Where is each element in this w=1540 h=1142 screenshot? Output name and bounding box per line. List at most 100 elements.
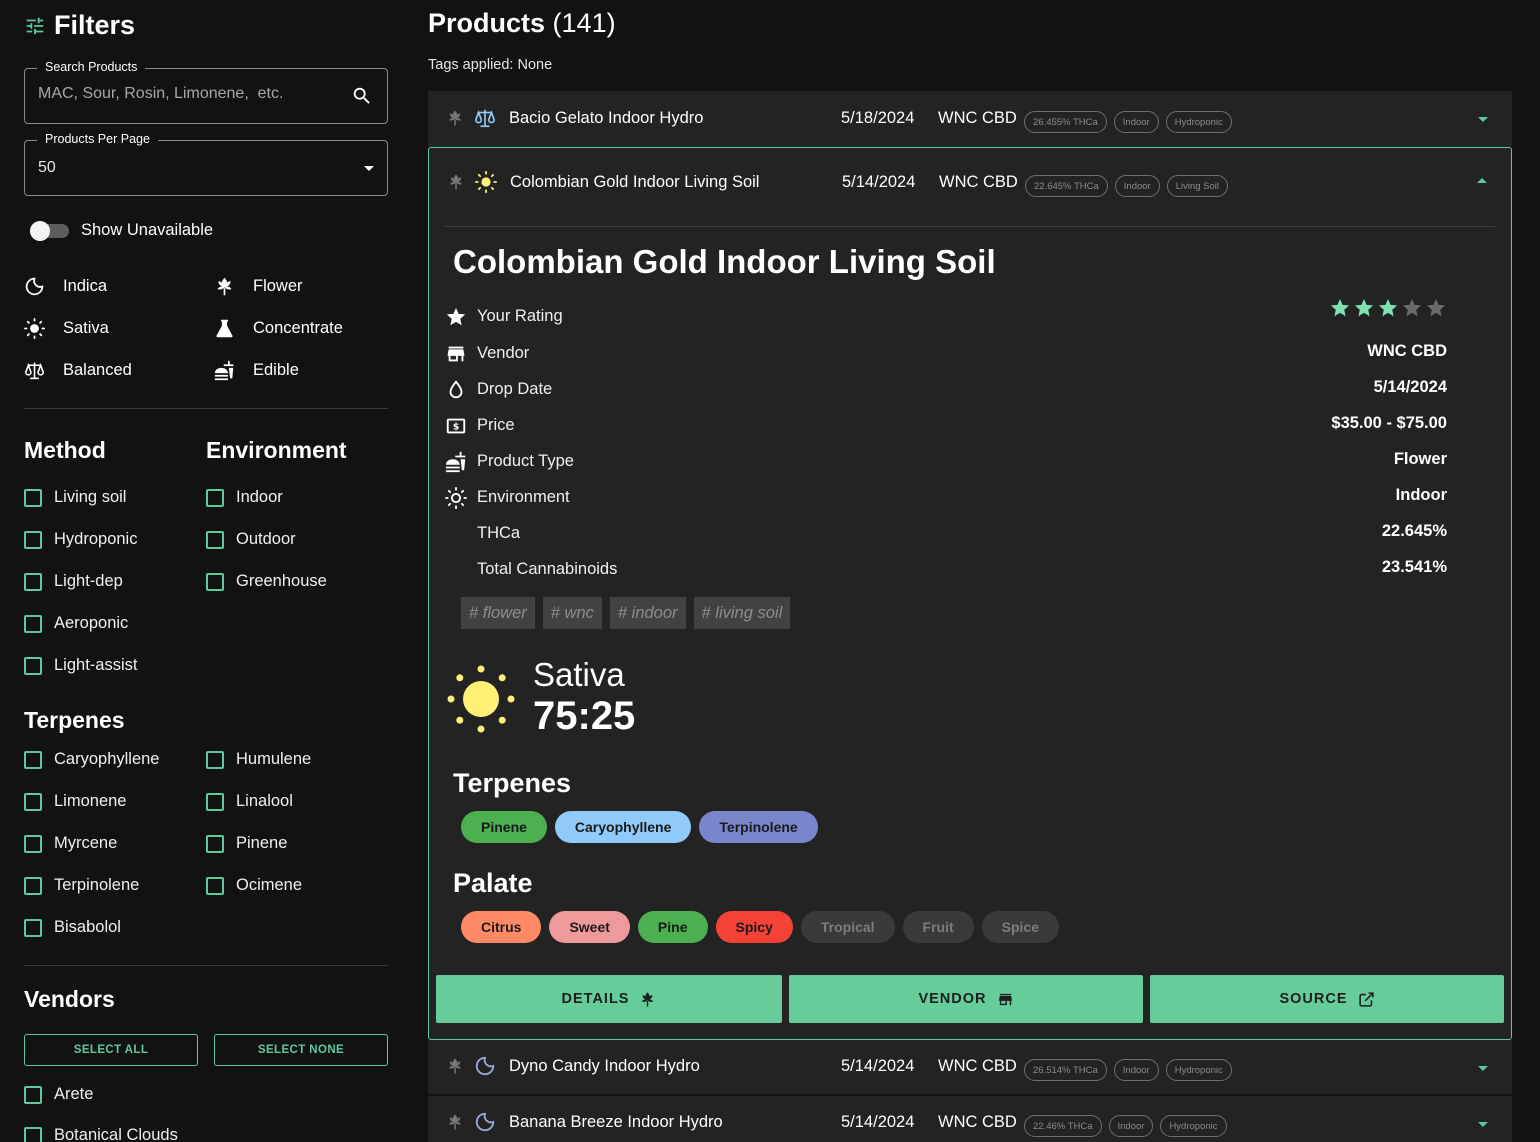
checkbox[interactable] bbox=[206, 530, 224, 549]
environment-checkbox[interactable]: Greenhouse bbox=[206, 572, 327, 591]
checkbox[interactable] bbox=[24, 488, 42, 507]
show-unavailable-label: Show Unavailable bbox=[81, 221, 214, 239]
terpene-checkbox[interactable]: Ocimene bbox=[206, 876, 302, 895]
expand-icon[interactable] bbox=[1478, 117, 1488, 122]
checkbox[interactable] bbox=[24, 656, 42, 675]
method-checkbox[interactable]: Light-dep bbox=[24, 572, 123, 591]
category-sativa[interactable]: Sativa bbox=[24, 318, 109, 339]
checkbox[interactable] bbox=[24, 918, 42, 937]
star-icon bbox=[446, 307, 466, 326]
category-concentrate[interactable]: Concentrate bbox=[214, 318, 343, 339]
environment-checkbox[interactable]: Outdoor bbox=[206, 530, 296, 549]
flask-icon bbox=[216, 319, 233, 338]
checkbox[interactable] bbox=[206, 834, 224, 853]
hashtag[interactable]: # living soil bbox=[693, 597, 791, 629]
total-cannabinoids-value: 23.541% bbox=[1381, 558, 1447, 576]
category-flower[interactable]: Flower bbox=[214, 276, 303, 297]
collapse-icon[interactable] bbox=[1477, 178, 1487, 183]
terpene-checkbox[interactable]: Terpinolene bbox=[24, 876, 139, 895]
hashtag[interactable]: # indoor bbox=[609, 597, 686, 629]
environment-heading: Environment bbox=[206, 437, 347, 463]
product-row[interactable]: Dyno Candy Indoor Hydro 5/14/2024 WNC CB… bbox=[428, 1040, 1512, 1094]
expand-icon[interactable] bbox=[1478, 1066, 1488, 1071]
method-checkbox[interactable]: Hydroponic bbox=[24, 530, 137, 549]
select-none-button[interactable]: SELECT NONE bbox=[214, 1034, 388, 1066]
hashtag[interactable]: # flower bbox=[461, 597, 535, 629]
palate-chip[interactable]: Citrus bbox=[461, 911, 542, 943]
terpene-checkbox[interactable]: Myrcene bbox=[24, 834, 117, 853]
palate-chip[interactable]: Fruit bbox=[902, 911, 974, 943]
star-icon[interactable] bbox=[1425, 297, 1447, 319]
expand-icon[interactable] bbox=[1478, 1122, 1488, 1127]
method-badge: Hydroponic bbox=[1165, 111, 1232, 133]
search-icon[interactable] bbox=[351, 85, 373, 107]
vendor-button[interactable]: VENDOR bbox=[789, 975, 1143, 1023]
terpene-chip[interactable]: Terpinolene bbox=[699, 811, 818, 843]
checkbox[interactable] bbox=[24, 1126, 42, 1142]
terpene-checkbox[interactable]: Limonene bbox=[24, 792, 126, 811]
page-title: Products (141) bbox=[428, 8, 616, 38]
svg-text:$: $ bbox=[453, 422, 459, 433]
hashtag[interactable]: # wnc bbox=[542, 597, 602, 629]
product-row-header[interactable]: Colombian Gold Indoor Living Soil 5/14/2… bbox=[429, 148, 1511, 218]
product-name: Colombian Gold Indoor Living Soil bbox=[510, 173, 760, 191]
search-input[interactable] bbox=[38, 85, 338, 103]
star-icon[interactable] bbox=[1401, 297, 1423, 319]
method-checkbox[interactable]: Living soil bbox=[24, 488, 126, 507]
vendor-row: Vendor WNC CBD bbox=[445, 340, 1447, 368]
rating-row: Your Rating bbox=[445, 298, 1447, 331]
checkbox[interactable] bbox=[24, 750, 42, 769]
vendor-checkbox[interactable]: Arete bbox=[24, 1085, 93, 1104]
method-checkbox[interactable]: Aeroponic bbox=[24, 614, 128, 633]
palate-chip[interactable]: Tropical bbox=[800, 911, 895, 943]
terpene-checkbox[interactable]: Linalool bbox=[206, 792, 293, 811]
product-row[interactable]: Banana Breeze Indoor Hydro 5/14/2024 WNC… bbox=[428, 1095, 1512, 1142]
source-button[interactable]: SOURCE bbox=[1150, 975, 1504, 1023]
star-icon[interactable] bbox=[1329, 297, 1351, 319]
terpene-checkbox[interactable]: Caryophyllene bbox=[24, 750, 159, 769]
palate-chip[interactable]: Spicy bbox=[715, 911, 793, 943]
checkbox[interactable] bbox=[206, 750, 224, 769]
palate-chip[interactable]: Pine bbox=[637, 911, 708, 943]
show-unavailable-toggle[interactable]: Show Unavailable bbox=[30, 220, 214, 241]
method-checkbox[interactable]: Light-assist bbox=[24, 656, 137, 675]
checkbox[interactable] bbox=[206, 488, 224, 507]
checkbox[interactable] bbox=[24, 614, 42, 633]
method-badge: Hydroponic bbox=[1160, 1115, 1227, 1137]
star-icon[interactable] bbox=[1353, 297, 1375, 319]
palate-chip[interactable]: Sweet bbox=[549, 911, 630, 943]
product-vendor: WNC CBD bbox=[938, 1113, 1017, 1131]
terpene-chip[interactable]: Caryophyllene bbox=[554, 811, 692, 843]
palate-chip[interactable]: Spice bbox=[981, 911, 1060, 943]
checkbox[interactable] bbox=[24, 834, 42, 853]
details-button[interactable]: DETAILS bbox=[436, 975, 782, 1023]
checkbox[interactable] bbox=[24, 1085, 42, 1104]
terpene-checkbox[interactable]: Humulene bbox=[206, 750, 311, 769]
checkbox[interactable] bbox=[24, 572, 42, 591]
checkbox[interactable] bbox=[24, 792, 42, 811]
balance-scale-icon bbox=[24, 362, 45, 380]
per-page-select[interactable]: Products Per Page 50 bbox=[24, 132, 388, 196]
search-field[interactable]: Search Products bbox=[24, 60, 388, 124]
checkbox[interactable] bbox=[206, 876, 224, 895]
category-indica[interactable]: Indica bbox=[24, 276, 107, 297]
terpene-checkbox[interactable]: Pinene bbox=[206, 834, 287, 853]
select-all-button[interactable]: SELECT ALL bbox=[24, 1034, 198, 1066]
checkbox[interactable] bbox=[24, 530, 42, 549]
strain-type: Sativa bbox=[533, 656, 625, 693]
category-balanced[interactable]: Balanced bbox=[24, 360, 132, 381]
terpene-chip[interactable]: Pinene bbox=[461, 811, 547, 843]
environment-checkbox[interactable]: Indoor bbox=[206, 488, 283, 507]
star-rating[interactable] bbox=[1329, 297, 1447, 319]
expanded-product-card: Colombian Gold Indoor Living Soil 5/14/2… bbox=[428, 147, 1512, 1040]
vendor-checkbox[interactable]: Botanical Clouds bbox=[24, 1126, 178, 1142]
star-icon[interactable] bbox=[1377, 297, 1399, 319]
product-date: 5/14/2024 bbox=[841, 1057, 915, 1075]
checkbox[interactable] bbox=[24, 876, 42, 895]
product-row[interactable]: Bacio Gelato Indoor Hydro 5/18/2024 WNC … bbox=[428, 91, 1512, 147]
checkbox[interactable] bbox=[206, 572, 224, 591]
toggle-switch[interactable] bbox=[30, 220, 69, 241]
checkbox[interactable] bbox=[206, 792, 224, 811]
terpene-checkbox[interactable]: Bisabolol bbox=[24, 918, 121, 937]
category-edible[interactable]: Edible bbox=[214, 360, 299, 381]
